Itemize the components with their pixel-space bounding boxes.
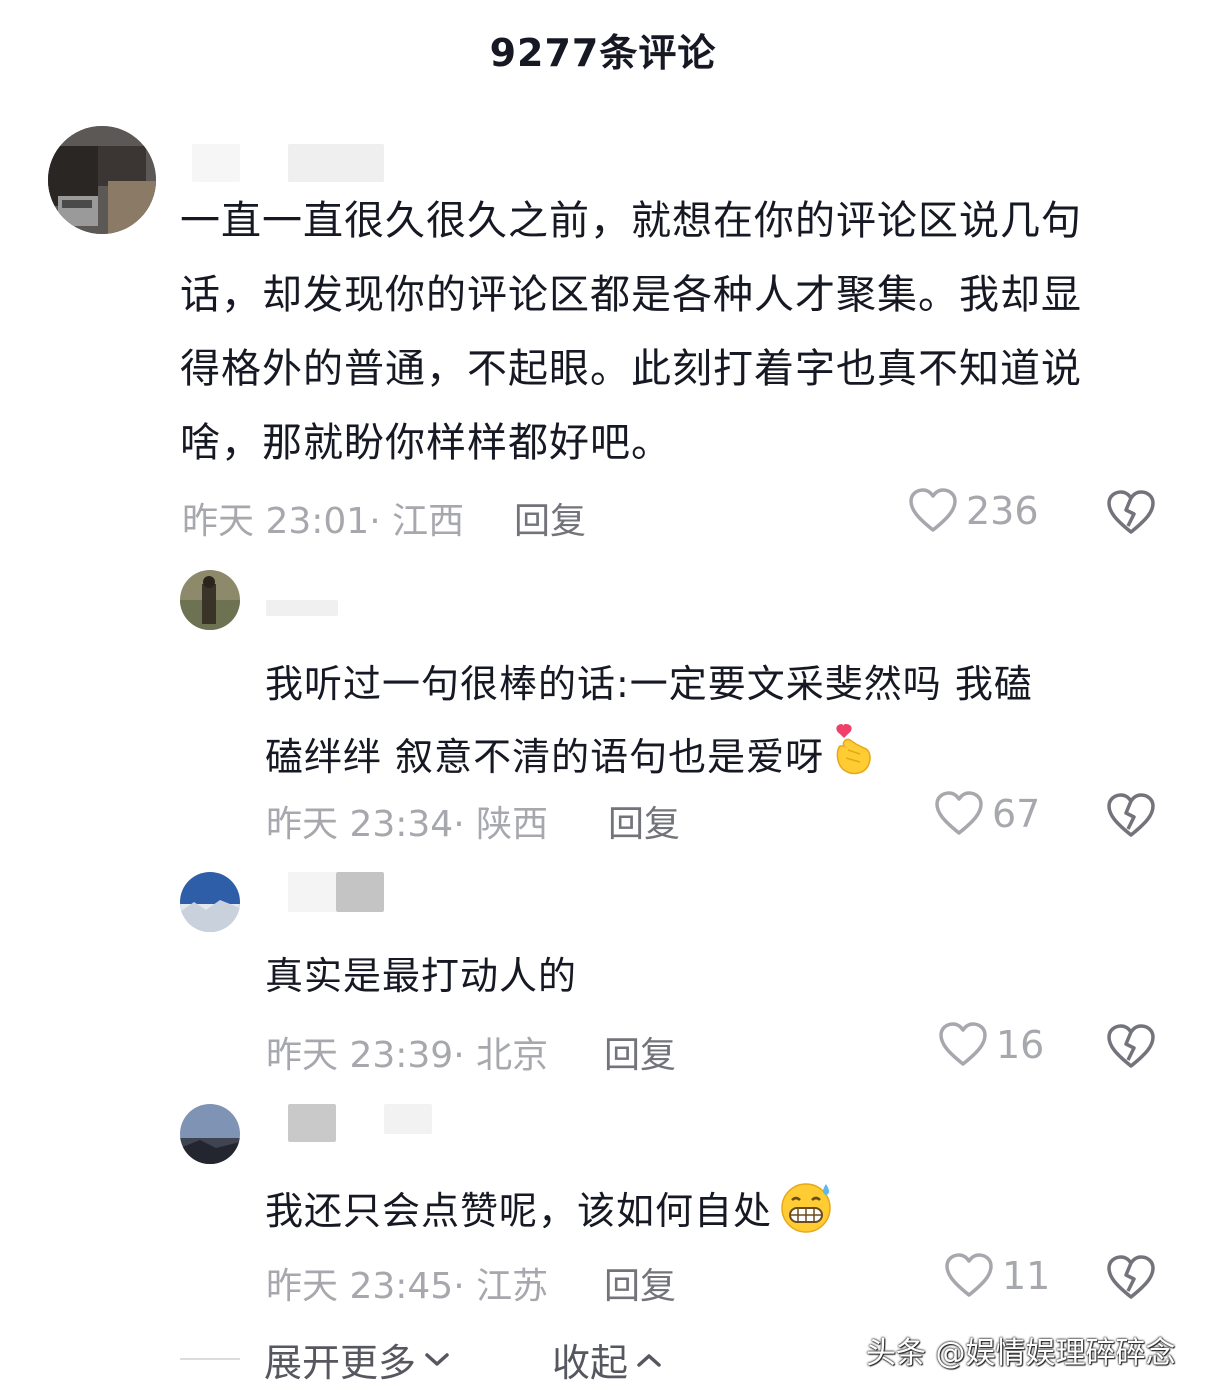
collapse-label: 收起	[552, 1341, 629, 1385]
heart-icon	[939, 1022, 987, 1066]
reply-button[interactable]: 回复	[608, 795, 680, 847]
like-count: 236	[966, 489, 1039, 533]
reply-text: 我听过一句很棒的话:一定要文采斐然吗 我磕 磕绊绊 叙意不清的语句也是爱呀	[265, 648, 1145, 799]
reply-button[interactable]: 回复	[514, 492, 586, 544]
comment-line: 一直一直很久很久之前，就想在你的评论区说几句	[180, 198, 1082, 244]
reply-button[interactable]: 回复	[604, 1026, 676, 1078]
broken-heart-icon	[1107, 793, 1155, 837]
avatar-image	[180, 570, 240, 630]
broken-heart-icon	[1107, 1024, 1155, 1068]
heart-icon	[935, 791, 983, 835]
broken-heart-icon	[1107, 490, 1155, 534]
avatar[interactable]	[180, 872, 240, 932]
comment-meta: 昨天 23:01· 江西	[182, 501, 465, 542]
comment-line: 啥，那就盼你样样都好吧。	[180, 420, 672, 466]
reply-button[interactable]: 回复	[604, 1257, 676, 1309]
like-button[interactable]: 16	[938, 1022, 1044, 1068]
comment-line: 话，却发现你的评论区都是各种人才聚集。我却显	[180, 272, 1082, 318]
username-blurred	[288, 872, 336, 912]
chevron-up-icon	[637, 1353, 661, 1367]
reply-meta: 昨天 23:34· 陕西	[266, 804, 549, 845]
reply-text: 我还只会点赞呢，该如何自处	[265, 1180, 838, 1247]
dislike-button[interactable]	[1106, 1024, 1156, 1070]
divider	[180, 1358, 240, 1360]
broken-heart-icon	[1107, 1255, 1155, 1299]
like-button[interactable]: 11	[944, 1253, 1050, 1299]
comment-line: 得格外的普通，不起眼。此刻打着字也真不知道说	[180, 346, 1082, 392]
expand-more-label: 展开更多	[264, 1341, 417, 1385]
reply-meta: 昨天 23:39· 北京	[266, 1035, 549, 1076]
username-blurred	[266, 600, 338, 616]
grimacing-sweat-emoji	[778, 1180, 838, 1247]
finger-heart-emoji	[830, 720, 876, 799]
avatar-image	[180, 1104, 240, 1164]
reply-meta: 昨天 23:45· 江苏	[266, 1266, 549, 1307]
reply-line: 磕绊绊 叙意不清的语句也是爱呀	[265, 720, 1145, 799]
username-blurred	[288, 1104, 336, 1142]
username-blurred	[336, 872, 384, 912]
reply-text: 真实是最打动人的	[265, 954, 578, 998]
avatar-image	[180, 872, 240, 932]
like-count: 11	[1002, 1254, 1051, 1298]
dislike-button[interactable]	[1106, 490, 1156, 536]
avatar[interactable]	[180, 1104, 240, 1164]
like-count: 67	[992, 792, 1041, 836]
comment-text: 一直一直很久很久之前，就想在你的评论区说几句 话，却发现你的评论区都是各种人才聚…	[180, 184, 1170, 480]
username-blurred	[192, 144, 240, 182]
like-button[interactable]: 236	[908, 488, 1039, 534]
watermark: 头条 @娱情娱理碎碎念	[866, 1336, 1176, 1371]
username-blurred	[288, 144, 384, 182]
expand-more-button[interactable]: 展开更多	[264, 1332, 450, 1387]
collapse-button[interactable]: 收起	[552, 1332, 662, 1387]
avatar[interactable]	[180, 570, 240, 630]
reply-line: 我听过一句很棒的话:一定要文采斐然吗 我磕	[265, 662, 1033, 706]
avatar[interactable]	[48, 126, 156, 234]
dislike-button[interactable]	[1106, 793, 1156, 839]
avatar-image	[48, 126, 156, 234]
chevron-down-icon	[425, 1352, 449, 1366]
heart-icon	[909, 488, 957, 532]
dislike-button[interactable]	[1106, 1255, 1156, 1301]
username-blurred	[384, 1104, 432, 1134]
comment-count-title: 9277条评论	[489, 31, 717, 75]
like-button[interactable]: 67	[934, 791, 1040, 837]
heart-icon	[945, 1253, 993, 1297]
like-count: 16	[996, 1023, 1045, 1067]
